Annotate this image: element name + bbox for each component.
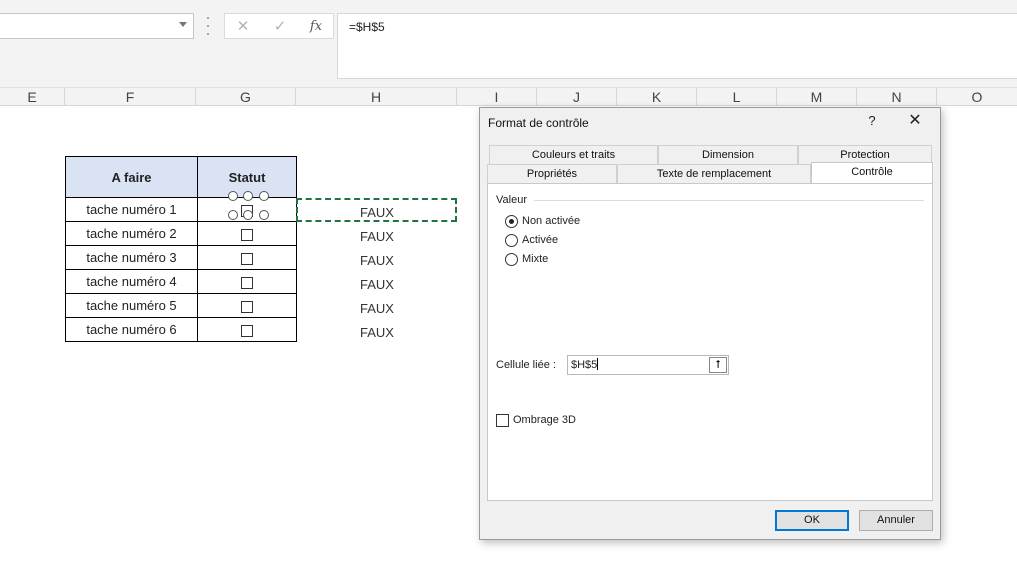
- formula-input[interactable]: =$H$5: [337, 13, 1017, 79]
- resize-handle[interactable]: [228, 191, 238, 201]
- column-header-k[interactable]: K: [617, 88, 697, 106]
- text-cursor: [597, 358, 599, 370]
- cell-h7[interactable]: FAUX: [360, 253, 394, 268]
- table-row: tache numéro 2: [65, 221, 297, 246]
- column-header-e[interactable]: E: [0, 88, 65, 106]
- table-row: tache numéro 6: [65, 317, 297, 342]
- formula-bar-area: ✕ ✓ fx =$H$5: [0, 0, 1017, 88]
- task-cell[interactable]: tache numéro 5: [65, 293, 198, 318]
- cancel-button[interactable]: Annuler: [859, 510, 933, 531]
- radio-button[interactable]: [505, 252, 518, 266]
- linked-cell-input[interactable]: $H$5 ⭡: [567, 355, 729, 375]
- linked-cell-label: Cellule liée :: [496, 359, 556, 371]
- column-header-g[interactable]: G: [196, 88, 296, 106]
- radio-button[interactable]: [505, 233, 518, 247]
- table-row: tache numéro 4: [65, 269, 297, 294]
- name-box[interactable]: [0, 13, 194, 39]
- resize-handle[interactable]: [259, 191, 269, 201]
- column-header-l[interactable]: L: [697, 88, 777, 106]
- column-header-o[interactable]: O: [937, 88, 1017, 106]
- cell-h9[interactable]: FAUX: [360, 301, 394, 316]
- insert-function-icon[interactable]: fx: [302, 17, 330, 37]
- shading-checkbox[interactable]: [496, 413, 509, 427]
- drag-handle-icon[interactable]: [206, 17, 210, 35]
- radio-non-activee[interactable]: Non activée: [505, 213, 580, 229]
- formula-buttons: ✕ ✓ fx: [224, 13, 334, 39]
- radio-mixte[interactable]: Mixte: [505, 251, 548, 267]
- radio-activee[interactable]: Activée: [505, 232, 558, 248]
- resize-handle[interactable]: [228, 210, 238, 220]
- table-row: tache numéro 3: [65, 245, 297, 270]
- status-cell[interactable]: [197, 221, 297, 246]
- radio-label: Non activée: [522, 215, 581, 227]
- radio-label: Mixte: [522, 253, 549, 265]
- column-header-i[interactable]: I: [457, 88, 537, 106]
- status-checkbox[interactable]: [241, 252, 253, 265]
- column-header-h[interactable]: H: [296, 88, 457, 106]
- column-header-f[interactable]: F: [65, 88, 196, 106]
- tab-proprietes[interactable]: Propriétés: [487, 164, 617, 183]
- radio-button[interactable]: [505, 214, 518, 228]
- task-cell[interactable]: tache numéro 6: [65, 317, 198, 342]
- cell-h6[interactable]: FAUX: [360, 229, 394, 244]
- enter-icon[interactable]: ✓: [266, 17, 294, 37]
- status-cell[interactable]: [197, 317, 297, 342]
- close-icon[interactable]: ✕: [906, 112, 924, 130]
- shading-3d-option[interactable]: Ombrage 3D: [496, 412, 576, 428]
- status-checkbox[interactable]: [241, 228, 253, 241]
- resize-handle[interactable]: [243, 210, 253, 220]
- radio-label: Activée: [522, 234, 559, 246]
- format-control-dialog: Format de contrôle ? ✕ Couleurs et trait…: [479, 107, 941, 540]
- column-header-n[interactable]: N: [857, 88, 937, 106]
- column-header-m[interactable]: M: [777, 88, 857, 106]
- status-checkbox[interactable]: [241, 300, 253, 313]
- resize-handle[interactable]: [243, 191, 253, 201]
- column-headers: E F G H I J K L M N O: [0, 88, 1017, 106]
- cell-h8[interactable]: FAUX: [360, 277, 394, 292]
- status-cell[interactable]: [197, 269, 297, 294]
- selection-handles[interactable]: [228, 191, 269, 220]
- table-row: tache numéro 5: [65, 293, 297, 318]
- status-cell[interactable]: [197, 293, 297, 318]
- header-a-faire[interactable]: A faire: [65, 156, 198, 198]
- linked-cell-value: $H$5: [571, 359, 598, 371]
- task-cell[interactable]: tache numéro 1: [65, 197, 198, 222]
- status-checkbox[interactable]: [241, 324, 253, 337]
- cell-h10[interactable]: FAUX: [360, 325, 394, 340]
- cell-h5[interactable]: FAUX: [360, 205, 394, 220]
- help-icon[interactable]: ?: [864, 112, 880, 130]
- tab-controle[interactable]: Contrôle: [811, 162, 933, 183]
- chevron-down-icon[interactable]: [179, 22, 187, 27]
- valeur-group-label: Valeur: [496, 194, 531, 206]
- controle-panel: Valeur Non activée Activée Mixte Cellule…: [487, 183, 933, 501]
- cancel-icon[interactable]: ✕: [229, 17, 257, 37]
- status-cell[interactable]: [197, 245, 297, 270]
- task-cell[interactable]: tache numéro 2: [65, 221, 198, 246]
- status-checkbox[interactable]: [241, 276, 253, 289]
- range-select-icon[interactable]: ⭡: [709, 357, 727, 373]
- task-cell[interactable]: tache numéro 4: [65, 269, 198, 294]
- task-table: A faire Statut tache numéro 1 tache numé…: [65, 156, 297, 342]
- tab-dimension[interactable]: Dimension: [658, 145, 798, 164]
- group-divider: [534, 200, 924, 201]
- dialog-title: Format de contrôle: [488, 116, 589, 130]
- shading-label: Ombrage 3D: [513, 414, 576, 426]
- resize-handle[interactable]: [259, 210, 269, 220]
- tab-couleurs-et-traits[interactable]: Couleurs et traits: [489, 145, 658, 164]
- tab-texte-de-remplacement[interactable]: Texte de remplacement: [617, 164, 811, 183]
- column-header-j[interactable]: J: [537, 88, 617, 106]
- task-cell[interactable]: tache numéro 3: [65, 245, 198, 270]
- ok-button[interactable]: OK: [775, 510, 849, 531]
